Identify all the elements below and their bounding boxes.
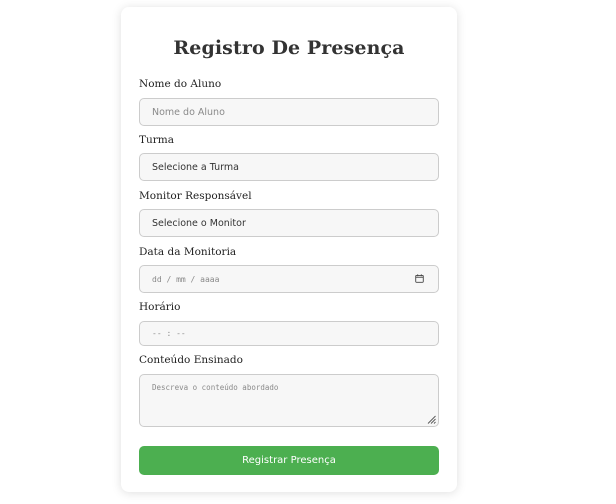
time-label: Horário bbox=[139, 301, 181, 313]
class-label: Turma bbox=[139, 134, 175, 146]
content-placeholder: Descreva o conteúdo abordado bbox=[152, 383, 279, 392]
monitor-label: Monitor Responsável bbox=[139, 190, 252, 202]
attendance-form-card: Registro De Presença Nome do Aluno Nome … bbox=[121, 7, 457, 492]
calendar-icon[interactable] bbox=[415, 274, 424, 283]
date-placeholder: dd / mm / aaaa bbox=[152, 274, 220, 284]
register-attendance-button[interactable]: Registrar Presença bbox=[139, 446, 439, 475]
student-name-label: Nome do Aluno bbox=[139, 78, 222, 90]
class-select-value: Selecione a Turma bbox=[152, 161, 239, 173]
date-label: Data da Monitoria bbox=[139, 246, 237, 258]
monitor-select-value: Selecione o Monitor bbox=[152, 217, 246, 229]
time-input[interactable]: -- : -- bbox=[139, 321, 439, 346]
student-name-placeholder: Nome do Aluno bbox=[152, 106, 225, 118]
time-placeholder: -- : -- bbox=[152, 329, 186, 338]
content-label: Conteúdo Ensinado bbox=[139, 354, 243, 366]
date-input[interactable]: dd / mm / aaaa bbox=[139, 265, 439, 293]
student-name-input[interactable]: Nome do Aluno bbox=[139, 98, 439, 126]
class-select[interactable]: Selecione a Turma bbox=[139, 153, 439, 181]
content-textarea[interactable]: Descreva o conteúdo abordado bbox=[139, 374, 439, 427]
form-title: Registro De Presença bbox=[173, 37, 405, 59]
monitor-select[interactable]: Selecione o Monitor bbox=[139, 209, 439, 237]
resize-handle-icon[interactable] bbox=[427, 415, 436, 424]
